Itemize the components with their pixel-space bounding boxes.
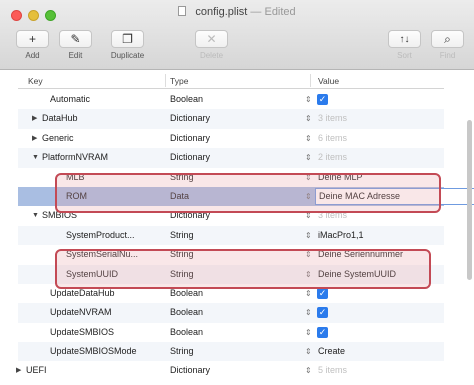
window-titlebar: config.plist — Edited + Add ✎ Edit ❐ Dup… — [0, 0, 474, 70]
type-stepper-icon[interactable]: ⇕ — [305, 303, 312, 322]
edit-button[interactable]: ✎ — [59, 30, 92, 48]
row-key[interactable]: Generic — [42, 129, 74, 148]
window-title: config.plist — Edited — [0, 6, 474, 18]
edit-label: Edit — [68, 51, 83, 60]
column-key-header[interactable]: Key — [28, 76, 43, 86]
disclosure-collapsed-icon[interactable]: ▶ — [16, 361, 21, 380]
row-value[interactable]: Create — [318, 342, 345, 361]
table-row[interactable]: Automatic Boolean ⇕ ✓ — [18, 90, 444, 109]
row-type[interactable]: Boolean — [170, 323, 203, 342]
delete-label: Delete — [199, 51, 224, 60]
type-stepper-icon[interactable]: ⇕ — [305, 90, 312, 109]
duplicate-label: Duplicate — [110, 51, 145, 60]
search-icon: ⌕ — [444, 31, 451, 46]
row-key[interactable]: UpdateSMBIOS — [50, 323, 114, 342]
table-row[interactable]: ▶ DataHub Dictionary ⇕ 3 items — [18, 109, 444, 129]
type-stepper-icon[interactable]: ⇕ — [305, 361, 312, 380]
row-value[interactable]: iMacPro1,1 — [318, 226, 364, 245]
disclosure-expanded-icon[interactable]: ▼ — [32, 148, 39, 167]
column-type-header[interactable]: Type — [170, 76, 188, 86]
row-key[interactable]: DataHub — [42, 109, 78, 128]
row-key[interactable]: Automatic — [50, 90, 90, 109]
row-key[interactable]: PlatformNVRAM — [42, 148, 108, 167]
document-icon — [178, 6, 187, 16]
disclosure-expanded-icon[interactable]: ▼ — [32, 206, 39, 225]
row-value[interactable]: 2 items — [318, 148, 347, 167]
window-title-text: config.plist — [195, 6, 248, 18]
row-type[interactable]: Dictionary — [170, 148, 210, 167]
disclosure-collapsed-icon[interactable]: ▶ — [32, 129, 37, 148]
table-row[interactable]: ▼ PlatformNVRAM Dictionary ⇕ 2 items — [18, 148, 444, 168]
delete-button[interactable]: ✕ — [195, 30, 228, 48]
row-type[interactable]: String — [170, 342, 194, 361]
value-checkbox[interactable]: ✓ — [317, 287, 328, 299]
type-stepper-icon[interactable]: ⇕ — [305, 342, 312, 361]
plist-outline: Automatic Boolean ⇕ ✓ ▶ DataHub Dictionary ⇕ 3 i… — [16, 90, 474, 381]
table-row[interactable]: SystemProduct... String ⇕ iMacPro1,1 — [18, 225, 444, 246]
find-label: Find — [439, 51, 456, 60]
table-row[interactable]: ▶ UEFI Dictionary ⇕ 5 items — [16, 361, 444, 380]
column-separator — [165, 74, 166, 87]
find-button[interactable]: ⌕ — [431, 30, 464, 48]
row-type[interactable]: Dictionary — [170, 109, 210, 128]
sort-label: Sort — [397, 51, 412, 60]
table-row[interactable]: UpdateSMBIOSMode String ⇕ Create — [18, 342, 444, 362]
sort-button[interactable]: ↑↓ — [388, 30, 421, 48]
type-stepper-icon[interactable]: ⇕ — [305, 148, 312, 167]
sort-icon: ↑↓ — [399, 33, 410, 45]
highlight-nvram-callout — [55, 173, 441, 213]
row-type[interactable]: Boolean — [170, 90, 203, 109]
table-row[interactable]: UpdateSMBIOS Boolean ⇕ ✓ — [18, 323, 444, 342]
column-value-header[interactable]: Value — [318, 76, 339, 86]
type-stepper-icon[interactable]: ⇕ — [305, 226, 312, 245]
disclosure-collapsed-icon[interactable]: ▶ — [32, 109, 37, 128]
add-label: Add — [25, 51, 40, 60]
row-type[interactable]: Boolean — [170, 303, 203, 322]
row-key[interactable]: UEFI — [26, 361, 47, 380]
row-key[interactable]: UpdateNVRAM — [50, 303, 112, 322]
close-icon: ✕ — [206, 32, 217, 46]
plus-icon: + — [28, 32, 36, 46]
row-key[interactable]: UpdateSMBIOSMode — [50, 342, 137, 361]
duplicate-icon: ❐ — [122, 32, 133, 46]
type-stepper-icon[interactable]: ⇕ — [305, 323, 312, 342]
value-checkbox[interactable]: ✓ — [317, 307, 328, 319]
row-type[interactable]: Dictionary — [170, 361, 210, 380]
column-separator — [310, 74, 311, 87]
vertical-scrollbar[interactable] — [467, 120, 472, 280]
window-edited-status: — Edited — [250, 6, 296, 18]
row-type[interactable]: Dictionary — [170, 129, 210, 148]
pencil-icon: ✎ — [70, 32, 81, 46]
row-value[interactable]: 3 items — [318, 109, 347, 128]
value-checkbox[interactable]: ✓ — [317, 94, 328, 105]
table-row[interactable]: UpdateNVRAM Boolean ⇕ ✓ — [18, 303, 444, 323]
row-key[interactable]: SystemProduct... — [66, 226, 135, 245]
duplicate-button[interactable]: ❐ — [111, 30, 144, 48]
column-header: Key Type Value — [18, 72, 444, 89]
row-value[interactable]: 6 items — [318, 129, 347, 148]
type-stepper-icon[interactable]: ⇕ — [305, 129, 312, 148]
table-row[interactable]: ▶ Generic Dictionary ⇕ 6 items — [18, 129, 444, 148]
row-type[interactable]: String — [170, 226, 194, 245]
value-checkbox[interactable]: ✓ — [317, 326, 328, 338]
highlight-smbios-callout — [55, 249, 431, 289]
row-value[interactable]: 5 items — [318, 361, 347, 380]
add-button[interactable]: + — [16, 30, 49, 48]
type-stepper-icon[interactable]: ⇕ — [305, 109, 312, 128]
